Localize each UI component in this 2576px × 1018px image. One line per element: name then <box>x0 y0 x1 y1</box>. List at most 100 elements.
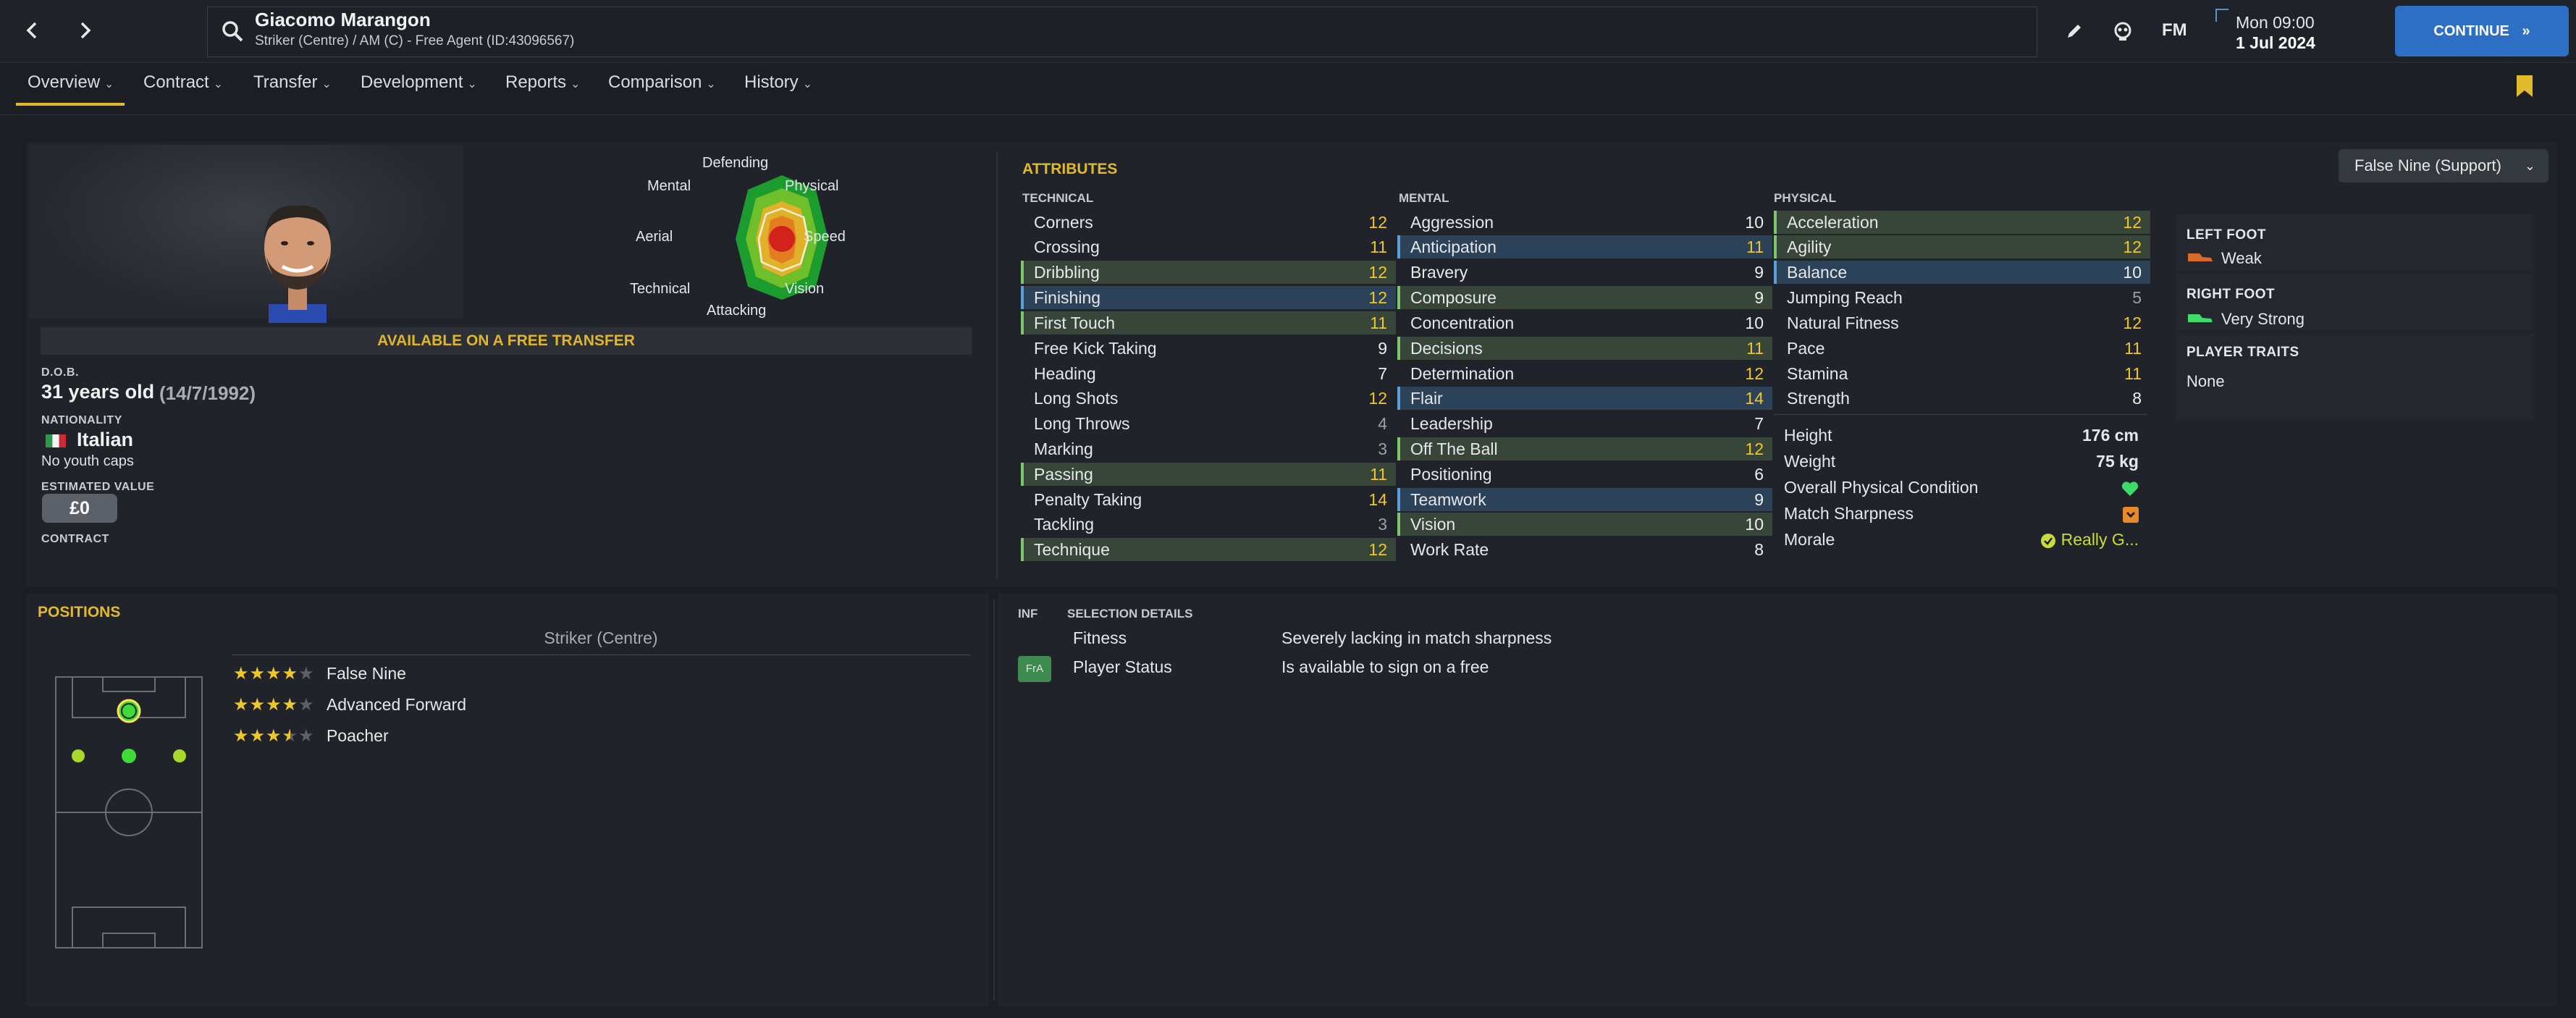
attr-long-shots: Long Shots 12 <box>1034 389 1387 408</box>
tab-label: Comparison <box>608 72 702 92</box>
estimated-value-badge: £0 <box>42 494 117 523</box>
tab-comparison[interactable]: Comparison ⌄ <box>608 72 716 93</box>
player-traits-label: PLAYER TRAITS <box>2186 345 2299 360</box>
dob-label: D.O.B. <box>41 366 79 379</box>
physical-separator <box>1774 414 2147 415</box>
continue-label: CONTINUE <box>2433 23 2509 39</box>
stars-rating-icon: ★★★★★ <box>233 726 315 746</box>
fm-logo[interactable]: FM <box>2162 20 2187 41</box>
attr-agility: Agility 12 <box>1774 235 2150 258</box>
radar-label-speed: Speed <box>804 229 846 245</box>
tab-label: History <box>744 72 799 92</box>
radar-label-mental: Mental <box>647 178 691 194</box>
inf-header: INF <box>1018 607 1038 621</box>
attr-decisions: Decisions 11 <box>1397 337 1772 360</box>
edit-pencil-icon[interactable] <box>2059 17 2088 46</box>
attr-aggression: Aggression 10 <box>1410 213 1764 232</box>
right-foot-label: RIGHT FOOT <box>2186 287 2276 302</box>
tab-contract[interactable]: Contract ⌄ <box>143 72 223 93</box>
sharpness-icon <box>2123 502 2139 525</box>
radar-label-physical: Physical <box>785 178 839 194</box>
role-dropdown[interactable]: False Nine (Support) ⌄ <box>2339 149 2548 182</box>
attr-crossing: Crossing 11 <box>1034 237 1387 256</box>
right-boot-icon <box>2186 311 2214 328</box>
tab-history[interactable]: History ⌄ <box>744 72 812 93</box>
chevron-down-icon: ⌄ <box>467 78 477 91</box>
italy-flag-icon <box>46 434 66 447</box>
attr-composure: Composure 9 <box>1397 286 1772 309</box>
attr-penalty-taking: Penalty Taking 14 <box>1034 490 1387 509</box>
attr-leadership: Leadership 7 <box>1410 414 1764 433</box>
chevron-down-icon: ⌄ <box>321 78 332 91</box>
continue-button[interactable]: CONTINUE » <box>2395 6 2569 56</box>
tab-transfer[interactable]: Transfer ⌄ <box>253 72 332 93</box>
role-name: Advanced Forward <box>326 695 467 714</box>
skull-icon[interactable] <box>2108 17 2137 46</box>
bookmark-icon[interactable] <box>2517 75 2533 97</box>
tab-overview[interactable]: Overview ⌄ <box>28 72 114 93</box>
free-agent-badge: FrA <box>1018 656 1051 682</box>
chevron-down-icon: ⌄ <box>213 78 224 91</box>
attr-strength: Strength 8 <box>1787 389 2142 408</box>
attr-marking: Marking 3 <box>1034 439 1387 458</box>
attr-heading: Heading 7 <box>1034 364 1387 383</box>
attr-vision: Vision 10 <box>1397 513 1772 536</box>
nationality-label: NATIONALITY <box>41 414 122 426</box>
youth-caps: No youth caps <box>41 453 134 469</box>
role-row: ★★★★★ False Nine <box>233 663 406 684</box>
tab-reports[interactable]: Reports ⌄ <box>505 72 580 93</box>
active-tab-underline <box>16 103 125 106</box>
tab-label: Reports <box>505 72 567 92</box>
height-row: Height 176 cm <box>1784 426 2139 445</box>
forward-arrow-icon[interactable] <box>71 16 100 45</box>
player-status-label: Player Status <box>1073 657 1172 676</box>
player-status-value: Is available to sign on a free <box>1281 657 1489 676</box>
attr-tackling: Tackling 3 <box>1034 515 1387 534</box>
radar-label-technical: Technical <box>630 281 691 297</box>
attr-pace: Pace 11 <box>1787 339 2142 358</box>
bottom-divider <box>993 600 995 1001</box>
role-row: ★★★★★ Poacher <box>233 725 389 746</box>
role-dropdown-value: False Nine (Support) <box>2354 156 2501 174</box>
current-time: Mon 09:00 <box>2236 13 2315 32</box>
attr-finishing: Finishing 12 <box>1021 286 1396 309</box>
attr-long-throws: Long Throws 4 <box>1034 414 1387 433</box>
attr-positioning: Positioning 6 <box>1410 465 1764 484</box>
chevron-down-icon: ⌄ <box>571 78 581 91</box>
radar-label-defending: Defending <box>702 155 769 171</box>
radar-label-aerial: Aerial <box>636 229 673 245</box>
double-chevron-icon: » <box>2522 23 2530 39</box>
back-arrow-icon[interactable] <box>17 16 46 45</box>
attr-bravery: Bravery 9 <box>1410 263 1764 282</box>
stars-rating-icon: ★★★★★ <box>233 695 315 715</box>
player-age: 31 years old <box>41 381 155 403</box>
physical-header: PHYSICAL <box>1774 191 1836 205</box>
attr-corners: Corners 12 <box>1034 213 1387 232</box>
portrait-background <box>29 145 463 319</box>
selection-details-panel <box>998 594 2557 1006</box>
attributes-title: ATTRIBUTES <box>1022 161 1118 177</box>
left-foot-label: LEFT FOOT <box>2186 227 2267 243</box>
tab-development[interactable]: Development ⌄ <box>361 72 477 93</box>
attr-flair: Flair 14 <box>1397 387 1772 410</box>
attr-free-kick-taking: Free Kick Taking 9 <box>1034 339 1387 358</box>
search-icon[interactable] <box>220 19 245 43</box>
player-traits-value: None <box>2186 372 2225 390</box>
player-subtitle: Striker (Centre) / AM (C) - Free Agent (… <box>255 33 575 49</box>
mental-header: MENTAL <box>1399 191 1449 205</box>
stars-rating-icon: ★★★★★ <box>233 664 315 683</box>
selection-details-header: SELECTION DETAILS <box>1067 607 1193 621</box>
pitch-diagram <box>55 676 203 948</box>
positions-title: POSITIONS <box>38 604 121 621</box>
main-position: Striker (Centre) <box>544 628 658 647</box>
technical-header: TECHNICAL <box>1022 191 1094 205</box>
left-boot-icon <box>2186 251 2214 267</box>
attr-concentration: Concentration 10 <box>1410 314 1764 332</box>
attr-teamwork: Teamwork 9 <box>1397 488 1772 511</box>
chevron-down-icon: ⌄ <box>104 78 114 91</box>
right-foot-value: Very Strong <box>2221 310 2304 328</box>
radar-label-vision: Vision <box>785 281 825 297</box>
attr-stamina: Stamina 11 <box>1787 364 2142 383</box>
player-search-box[interactable] <box>207 7 2037 57</box>
morale-icon <box>2040 530 2056 549</box>
